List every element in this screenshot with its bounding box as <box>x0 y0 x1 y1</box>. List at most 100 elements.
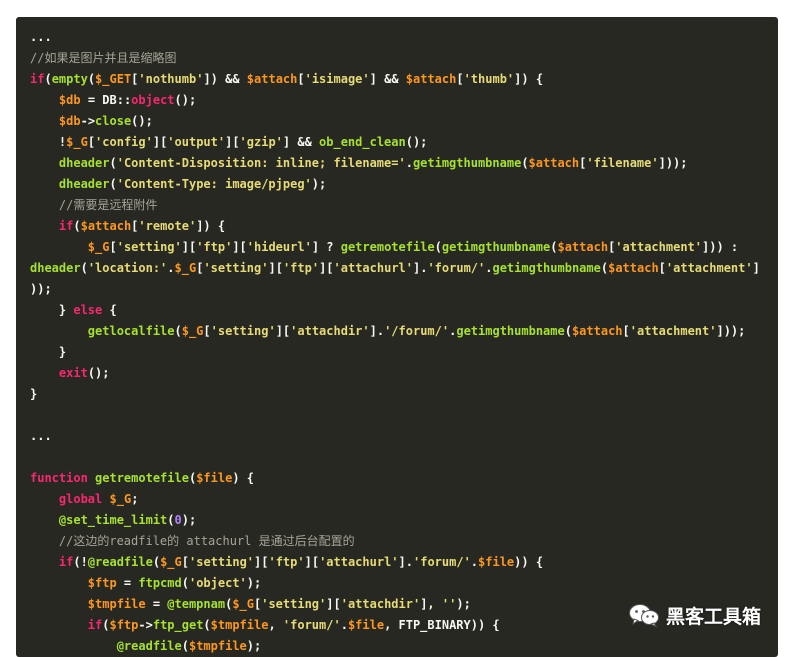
code-token: 'attachment' <box>629 324 717 338</box>
code-token: $tmpfile <box>87 597 146 611</box>
code-token: [ <box>297 72 305 86</box>
code-token: ][ <box>181 240 197 254</box>
code-token: 'config' <box>95 135 153 149</box>
code-token: ][ <box>275 324 291 338</box>
code-token: ( <box>167 513 175 527</box>
code-token: [ <box>87 135 96 149</box>
code-token: $file <box>478 555 515 569</box>
code-token: )); <box>30 282 52 296</box>
code-content: ...//如果是图片并且是缩略图 if(empty($_GET['nothumb'… <box>30 27 760 657</box>
code-token: ] <box>752 261 760 275</box>
code-token: [ <box>658 261 666 275</box>
code-token: $attach <box>80 219 132 233</box>
code-token: ); <box>311 177 327 191</box>
code-token: 'forum/' <box>282 618 341 632</box>
code-token: $attach <box>405 72 457 86</box>
code-token: $tmpfile <box>188 639 247 653</box>
code-line: exit(); <box>30 363 760 384</box>
code-token: } <box>30 387 38 401</box>
code-token: '' <box>441 597 457 611</box>
code-token: dheader <box>58 177 110 191</box>
code-line: @set_time_limit(0); <box>30 510 760 531</box>
code-token: 'nothumb' <box>138 72 204 86</box>
code-token: 'output' <box>167 135 226 149</box>
code-token: $ftp <box>87 576 117 590</box>
code-token: getremotefile <box>95 471 189 485</box>
code-token: 'setting' <box>203 261 269 275</box>
code-token: { <box>102 303 117 317</box>
code-line: //这边的readfile的 attachurl 是通过后台配置的 <box>30 531 760 552</box>
code-token: ]) && <box>203 72 247 86</box>
code-token: ... <box>30 30 52 44</box>
code-line: dheader('Content-Type: image/pjpeg'); <box>30 174 760 195</box>
code-token: $_G <box>181 324 204 338</box>
code-line: $db = DB::object(); <box>30 90 760 111</box>
code-token: (! <box>73 555 88 569</box>
code-token: ( <box>87 72 96 86</box>
code-token: ( <box>434 240 442 254</box>
code-token: $_GET <box>95 72 132 86</box>
code-line: !$_G['config']['output']['gzip'] && ob_e… <box>30 132 760 153</box>
code-token: -> <box>80 114 96 128</box>
code-token: if <box>87 618 103 632</box>
wechat-icon <box>629 604 659 628</box>
code-token: ftpcmd <box>138 576 182 590</box>
code-line: ... <box>30 426 760 447</box>
code-token: ( <box>600 261 609 275</box>
code-token: 'attachment' <box>615 240 702 254</box>
code-token: ]) { <box>514 72 544 86</box>
code-token: ftp_get <box>152 618 204 632</box>
code-token: ]. <box>398 555 413 569</box>
code-token: getlocalfile <box>87 324 175 338</box>
code-token: (); <box>131 114 153 128</box>
code-token: dheader <box>58 156 110 170</box>
code-token: ( <box>73 219 81 233</box>
code-token: ( <box>152 555 161 569</box>
code-token: 'Content-Type: image/pjpeg' <box>116 177 312 191</box>
code-token: ])); <box>716 324 746 338</box>
code-token: 'attachdir' <box>340 597 421 611</box>
code-token: @readfile <box>116 639 182 653</box>
code-token: $attach <box>557 240 609 254</box>
code-token: ( <box>109 177 117 191</box>
code-line: } <box>30 342 760 363</box>
code-token: . <box>167 261 175 275</box>
code-token: [ <box>622 324 630 338</box>
code-token: )) { <box>514 555 544 569</box>
code-token: $tmpfile <box>210 618 269 632</box>
code-line: $_G['setting']['ftp']['hideurl'] ? getre… <box>30 237 760 258</box>
code-token: $db <box>58 93 81 107</box>
code-token: . <box>405 156 413 170</box>
code-block: ...//如果是图片并且是缩略图 if(empty($_GET['nothumb'… <box>16 17 778 657</box>
code-token: $file <box>196 471 233 485</box>
code-token: ); <box>246 639 262 653</box>
code-token: ][ <box>268 261 283 275</box>
code-token: ])); <box>658 156 688 170</box>
code-token: 'Content-Disposition: inline; filename=' <box>116 156 406 170</box>
code-token: dheader <box>30 261 81 275</box>
code-token: = DB:: <box>80 93 132 107</box>
code-token: 'setting' <box>210 324 276 338</box>
code-line: dheader('location:'.$_G['setting']['ftp'… <box>30 258 760 279</box>
code-token: ( <box>181 639 189 653</box>
code-token: $_G <box>109 492 132 506</box>
code-token: 'thumb' <box>463 72 515 86</box>
code-token: @tempnam <box>167 597 226 611</box>
code-token: //如果是图片并且是缩略图 <box>30 51 177 65</box>
code-token: -> <box>138 618 153 632</box>
code-token: ][ <box>254 555 269 569</box>
code-token: = <box>145 597 168 611</box>
code-token: 'filename' <box>586 156 659 170</box>
code-token: @readfile <box>87 555 153 569</box>
code-token: $ftp <box>109 618 139 632</box>
code-token: (); <box>174 93 197 107</box>
code-token: $_G <box>174 261 197 275</box>
